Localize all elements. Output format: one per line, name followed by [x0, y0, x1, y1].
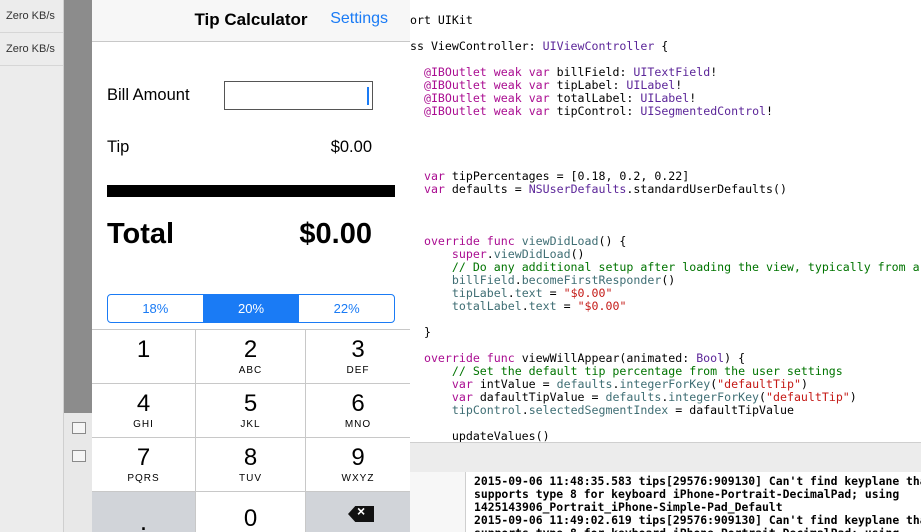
key-8[interactable]: 8 TUV [196, 438, 306, 492]
network-row: Zero KB/s [0, 0, 63, 33]
code-line[interactable] [410, 209, 921, 222]
key-letters: ABC [238, 365, 263, 376]
key-digit: 0 [243, 505, 258, 532]
divider-bar [107, 185, 395, 197]
code-line[interactable]: updateValues() [410, 430, 921, 443]
key-letters: DEF [346, 365, 370, 376]
network-row: Zero KB/s [0, 33, 63, 66]
code-line[interactable] [410, 131, 921, 144]
key-digit: 1 [136, 336, 151, 363]
bill-amount-label: Bill Amount [107, 86, 190, 104]
key-letters: TUV [239, 473, 262, 484]
variables-view [410, 472, 465, 532]
code-line[interactable] [410, 313, 921, 326]
tip-label: Tip [107, 138, 130, 156]
key-letters: MNO [344, 419, 372, 430]
key-digit: . [139, 506, 148, 532]
key-digit: 7 [136, 444, 151, 471]
key-letters: PQRS [127, 473, 160, 484]
key-3[interactable]: 3 DEF [306, 330, 410, 384]
key-5[interactable]: 5 JKL [196, 384, 306, 438]
code-line[interactable]: totalLabel.text = "$0.00" [410, 300, 921, 313]
backspace-x-glyph: × [357, 503, 366, 519]
console-toolbar [410, 442, 921, 472]
code-line[interactable]: @IBOutlet weak var tipControl: UISegment… [410, 105, 921, 118]
code-line[interactable] [410, 196, 921, 209]
network-rate: Zero KB/s [6, 43, 55, 55]
code-line[interactable] [410, 144, 921, 157]
total-value: $0.00 [299, 218, 372, 250]
key-digit: 6 [351, 390, 365, 417]
key-decimal[interactable]: . [92, 492, 196, 532]
key-6[interactable]: 6 MNO [306, 384, 410, 438]
settings-button[interactable]: Settings [330, 10, 388, 28]
bill-amount-field[interactable] [224, 81, 373, 110]
toggle-debug-area-icon[interactable] [72, 422, 86, 434]
total-label: Total [107, 218, 175, 250]
code-line[interactable]: ss ViewController: UIViewController { [410, 40, 921, 53]
ios-simulator: Tip Calculator Settings Bill Amount Tip … [92, 0, 410, 532]
key-digit: 9 [351, 444, 365, 471]
text-cursor [367, 87, 369, 105]
segment-18[interactable]: 18% [108, 295, 204, 322]
code-line[interactable] [410, 118, 921, 131]
navigation-bar: Tip Calculator Settings [92, 0, 410, 42]
key-digit: 4 [136, 390, 151, 417]
key-9[interactable]: 9 WXYZ [306, 438, 410, 492]
key-7[interactable]: 7 PQRS [92, 438, 196, 492]
key-backspace[interactable]: × [306, 492, 410, 532]
network-activity-panel: Zero KB/s Zero KB/s [0, 0, 64, 532]
key-digit: 2 [243, 336, 258, 363]
code-line[interactable]: } [410, 326, 921, 339]
decimal-keypad: 1 2 ABC 3 DEF 4 GHI 5 JKL 6 MNO 7 PQRS 8… [92, 329, 410, 532]
screen: Zero KB/s Zero KB/s ort UIKit ss ViewCon… [0, 0, 921, 532]
debug-console[interactable]: 2015-09-06 11:48:35.583 tips[29576:90913… [465, 472, 921, 532]
key-0[interactable]: 0 [196, 492, 306, 532]
tip-value: $0.00 [330, 138, 372, 156]
source-code[interactable]: ort UIKit ss ViewController: UIViewContr… [410, 14, 921, 443]
key-letters: GHI [133, 419, 154, 430]
key-digit: 8 [243, 444, 258, 471]
code-editor[interactable]: ort UIKit ss ViewController: UIViewContr… [410, 0, 921, 442]
key-2[interactable]: 2 ABC [196, 330, 306, 384]
key-letters: WXYZ [341, 473, 375, 484]
key-digit: 3 [351, 336, 365, 363]
key-digit: 5 [243, 390, 258, 417]
key-letters: JKL [240, 419, 261, 430]
network-rate: Zero KB/s [6, 10, 55, 22]
console-line: supports type 8 for keyboard iPhone-Port… [474, 527, 921, 532]
segment-22[interactable]: 22% [299, 295, 394, 322]
key-4[interactable]: 4 GHI [92, 384, 196, 438]
tip-percentage-control[interactable]: 18% 20% 22% [107, 294, 395, 323]
segment-20[interactable]: 20% [203, 295, 300, 322]
variables-view-icon[interactable] [72, 450, 86, 462]
key-1[interactable]: 1 [92, 330, 196, 384]
code-line[interactable]: ort UIKit [410, 14, 921, 27]
code-line[interactable]: var defaults = NSUserDefaults.standardUs… [410, 183, 921, 196]
code-line[interactable]: tipControl.selectedSegmentIndex = dafaul… [410, 404, 921, 417]
